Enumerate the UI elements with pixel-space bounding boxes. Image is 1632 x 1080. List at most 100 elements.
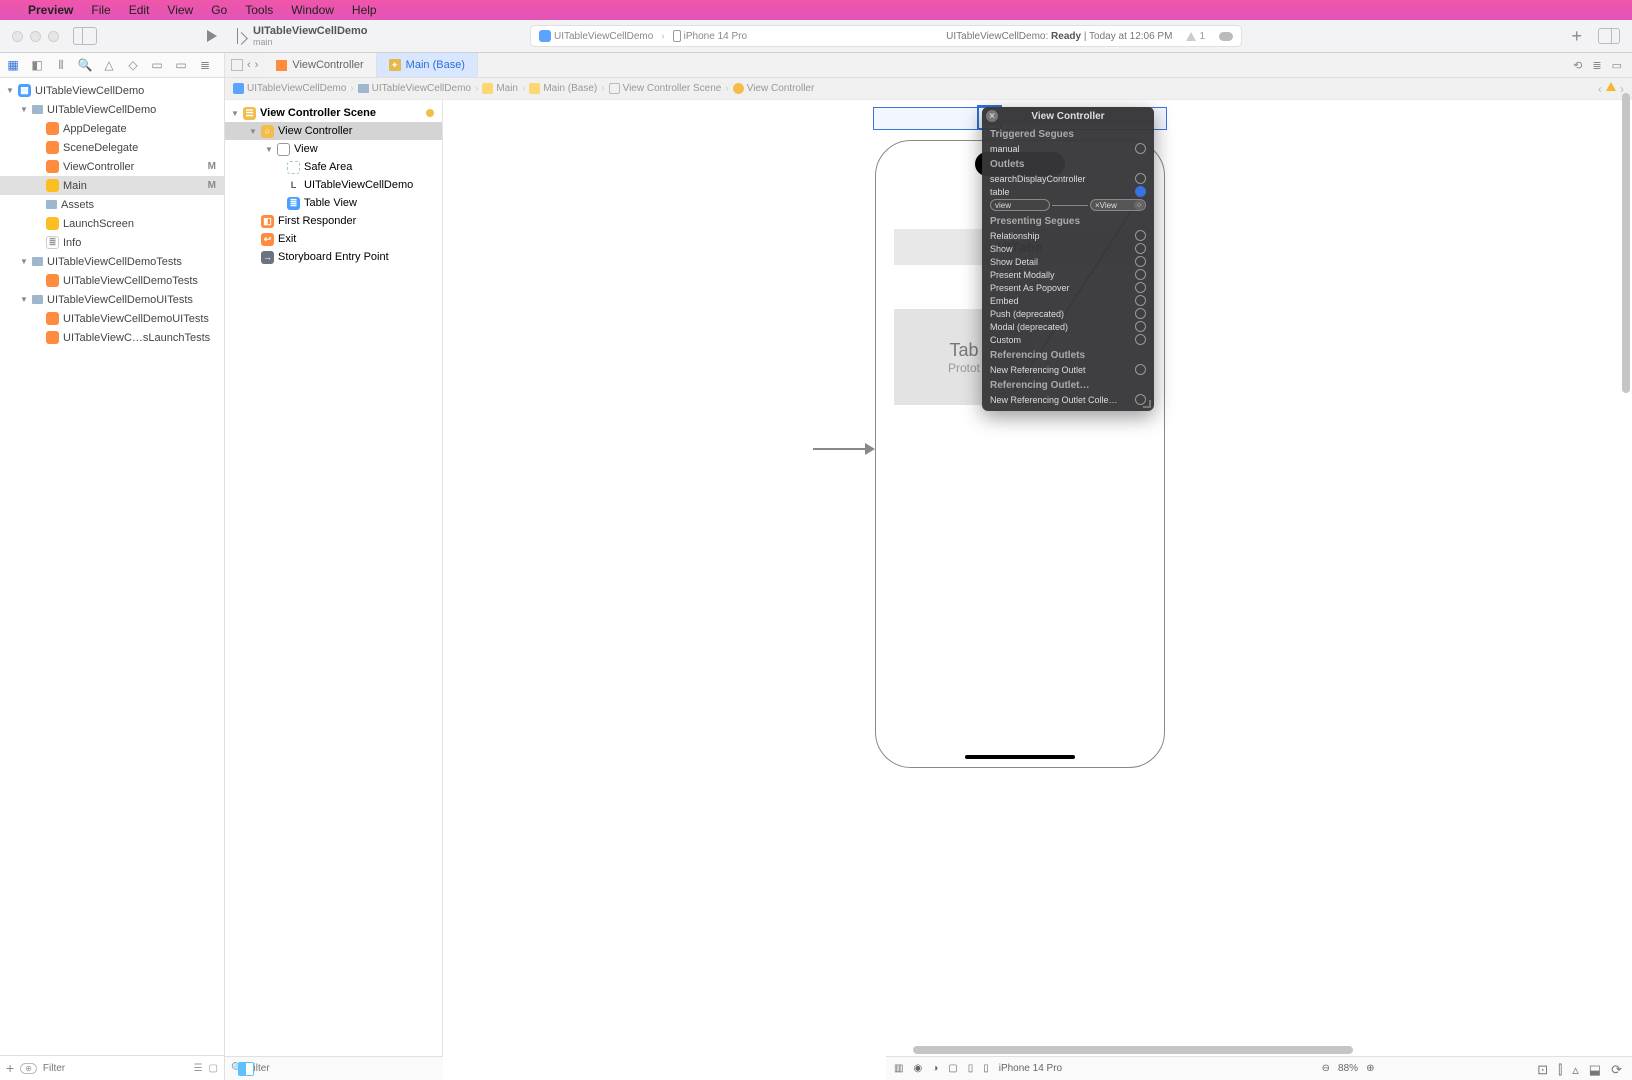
zoom-value[interactable]: 88%: [1338, 1063, 1358, 1074]
library-button-icon[interactable]: +: [1571, 26, 1582, 47]
resolve-tool-icon[interactable]: ▵: [1572, 1062, 1579, 1078]
window-traffic-lights[interactable]: [12, 31, 59, 42]
crumb[interactable]: UITableViewCellDemo: [247, 83, 346, 94]
warning-icon[interactable]: [1606, 82, 1616, 91]
cloud-status-icon[interactable]: [1219, 32, 1233, 41]
menu-go[interactable]: Go: [211, 3, 227, 17]
outlet-port-icon[interactable]: [1135, 364, 1146, 375]
related-items-icon[interactable]: [231, 59, 243, 71]
outline-view[interactable]: ▼ View: [225, 140, 442, 158]
device-label[interactable]: iPhone 14 Pro: [999, 1063, 1062, 1074]
layout-icon[interactable]: ▯: [968, 1063, 974, 1074]
debug-navigator-icon[interactable]: ▭: [150, 58, 164, 72]
outline-tableview[interactable]: ≣ Table View: [225, 194, 442, 212]
resize-grip-icon[interactable]: [1143, 400, 1151, 408]
outlet-port-icon[interactable]: [1135, 321, 1146, 332]
tree-group-app[interactable]: ▼ UITableViewCellDemo: [0, 100, 224, 119]
outline-label-item[interactable]: L UITableViewCellDemo: [225, 176, 442, 194]
hud-row-showdetail[interactable]: Show Detail: [982, 255, 1154, 268]
zoom-out-icon[interactable]: ⊖: [1322, 1063, 1330, 1074]
crumb[interactable]: Main (Base): [543, 83, 597, 94]
close-hud-button[interactable]: ×: [986, 110, 998, 122]
orientation-icon[interactable]: ▢: [948, 1063, 957, 1074]
editor-options-icon[interactable]: ▭: [1612, 59, 1622, 72]
outlet-port-icon[interactable]: ○: [1134, 200, 1144, 210]
close-window-icon[interactable]: [12, 31, 23, 42]
add-target-icon[interactable]: +: [6, 1060, 14, 1076]
editor-tab-viewcontroller[interactable]: ViewController: [264, 53, 376, 77]
scm-filter-icon[interactable]: ☰: [194, 1063, 203, 1074]
hud-row-newrefoutletcoll[interactable]: New Referencing Outlet Colle…: [982, 393, 1154, 411]
editor-tab-main[interactable]: ✦ Main (Base): [377, 53, 478, 77]
scheme-selector[interactable]: UITableViewCellDemo main: [235, 25, 368, 47]
tree-file-appdelegate[interactable]: AppDelegate: [0, 119, 224, 138]
outlet-port-icon[interactable]: [1135, 243, 1146, 254]
navigator-filter-input[interactable]: [43, 1063, 188, 1074]
toggle-inspector-icon[interactable]: [1598, 28, 1620, 44]
issues-button[interactable]: 1: [1186, 31, 1205, 42]
hud-row-newrefoutlet[interactable]: New Referencing Outlet: [982, 363, 1154, 376]
outlet-port-icon[interactable]: [1135, 173, 1146, 184]
symbol-navigator-icon[interactable]: ⫴: [54, 58, 68, 72]
zoom-in-icon[interactable]: ⊕: [1366, 1063, 1374, 1074]
outlet-port-icon[interactable]: [1135, 256, 1146, 267]
menu-edit[interactable]: Edit: [129, 3, 150, 17]
crumb[interactable]: View Controller: [747, 83, 815, 94]
window-vertical-scrollbar[interactable]: [1622, 93, 1630, 733]
run-button-icon[interactable]: [207, 30, 217, 42]
tree-file-uitests2[interactable]: UITableViewC…sLaunchTests: [0, 328, 224, 347]
hud-row-show[interactable]: Show: [982, 242, 1154, 255]
outlet-port-icon[interactable]: [1135, 230, 1146, 241]
tree-group-tests[interactable]: ▼ UITableViewCellDemoTests: [0, 252, 224, 271]
tree-file-uitests1[interactable]: UITableViewCellDemoUITests: [0, 309, 224, 328]
tree-file-tests[interactable]: UITableViewCellDemoTests: [0, 271, 224, 290]
outline-viewcontroller[interactable]: ▼○ View Controller: [225, 122, 442, 140]
tree-file-launchscreen[interactable]: LaunchScreen: [0, 214, 224, 233]
nav-back-icon[interactable]: ‹: [247, 59, 251, 71]
hud-row-relationship[interactable]: Relationship: [982, 229, 1154, 242]
hud-row-embed[interactable]: Embed: [982, 294, 1154, 307]
outline-scene[interactable]: ▼☰ View Controller Scene: [225, 104, 442, 122]
menu-window[interactable]: Window: [291, 3, 334, 17]
nav-forward-icon[interactable]: ›: [255, 59, 259, 71]
crumb[interactable]: Main: [496, 83, 518, 94]
outlet-port-icon[interactable]: [1135, 334, 1146, 345]
tree-group-uitests[interactable]: ▼ UITableViewCellDemoUITests: [0, 290, 224, 309]
hud-row-popover[interactable]: Present As Popover: [982, 281, 1154, 294]
activity-device[interactable]: iPhone 14 Pro: [673, 30, 747, 42]
jump-bar[interactable]: UITableViewCellDemo› UITableViewCellDemo…: [225, 78, 1632, 100]
hud-row-push[interactable]: Push (deprecated): [982, 307, 1154, 320]
hud-row-modal[interactable]: Modal (deprecated): [982, 320, 1154, 333]
editor-layout-icon[interactable]: ≣: [1592, 59, 1601, 72]
test-navigator-icon[interactable]: ◇: [126, 58, 140, 72]
tree-file-info[interactable]: ≣ Info: [0, 233, 224, 252]
recent-filter-icon[interactable]: ⊕: [20, 1063, 37, 1074]
align-tool-icon[interactable]: ⊡: [1537, 1062, 1548, 1078]
project-navigator-icon[interactable]: ▦: [6, 58, 20, 72]
outlet-port-icon[interactable]: [1135, 308, 1146, 319]
embed-tool-icon[interactable]: ⬓: [1589, 1062, 1601, 1078]
find-navigator-icon[interactable]: 🔍: [78, 58, 92, 72]
activity-scheme[interactable]: UITableViewCellDemo: [539, 30, 653, 42]
hud-row-manual[interactable]: manual: [982, 142, 1154, 155]
device-icon[interactable]: ▯: [983, 1063, 989, 1074]
hud-row-view[interactable]: view × View○: [982, 198, 1154, 212]
outlet-port-connected-icon[interactable]: [1135, 186, 1146, 197]
breakpoint-navigator-icon[interactable]: ▭: [174, 58, 188, 72]
outline-safearea[interactable]: Safe Area: [225, 158, 442, 176]
crumb[interactable]: View Controller Scene: [623, 83, 722, 94]
menu-help[interactable]: Help: [352, 3, 377, 17]
editor-refresh-icon[interactable]: ⟲: [1573, 59, 1582, 72]
pin-tool-icon[interactable]: ⫿: [1558, 1062, 1562, 1078]
canvas-horizontal-scrollbar[interactable]: [913, 1046, 1612, 1056]
hud-row-custom[interactable]: Custom: [982, 333, 1154, 346]
connections-hud[interactable]: × View Controller Triggered Segues manua…: [982, 107, 1154, 411]
menu-tools[interactable]: Tools: [245, 3, 273, 17]
report-navigator-icon[interactable]: ≣: [198, 58, 212, 72]
outline-exit[interactable]: ↩ Exit: [225, 230, 442, 248]
hud-row-searchdisplay[interactable]: searchDisplayController: [982, 172, 1154, 185]
hud-row-presentmodally[interactable]: Present Modally: [982, 268, 1154, 281]
menu-file[interactable]: File: [91, 3, 110, 17]
source-control-navigator-icon[interactable]: ◧: [30, 58, 44, 72]
toggle-outline-icon[interactable]: ▥: [894, 1063, 903, 1074]
